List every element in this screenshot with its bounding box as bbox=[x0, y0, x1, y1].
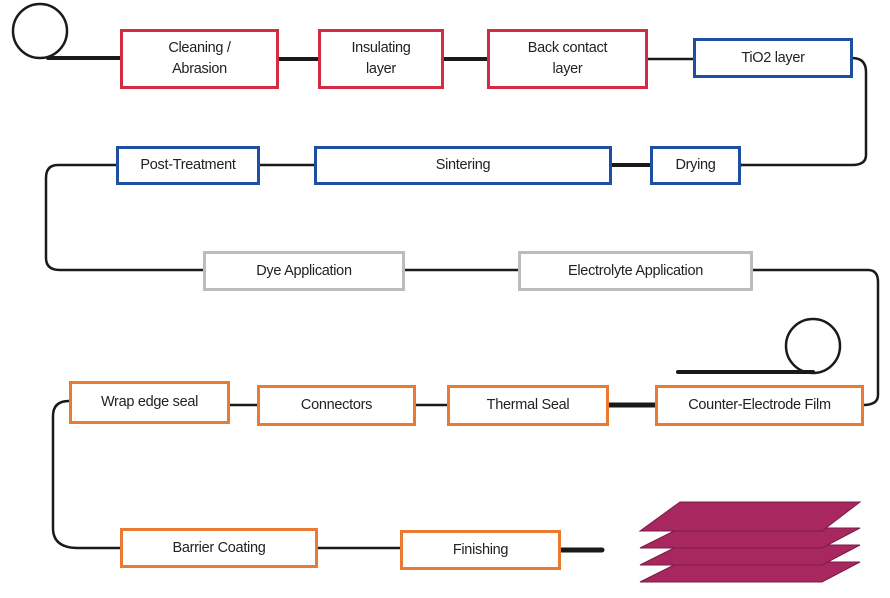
step-label: Counter-Electrode Film bbox=[688, 397, 831, 413]
step-label: TiO2 layer bbox=[741, 49, 805, 66]
step-label: Back contact layer bbox=[527, 40, 608, 77]
input-roll-icon bbox=[11, 2, 69, 60]
step-connectors: Connectors bbox=[257, 385, 416, 426]
step-dye-application: Dye Application bbox=[203, 251, 405, 291]
step-back-contact-layer: Back contact layer bbox=[487, 29, 648, 89]
step-wrap-edge-seal: Wrap edge seal bbox=[69, 381, 230, 424]
step-thermal-seal: Thermal Seal bbox=[447, 385, 609, 426]
step-label: Wrap edge seal bbox=[100, 394, 199, 410]
step-insulating-layer: Insulating layer bbox=[318, 29, 444, 89]
step-barrier-coating: Barrier Coating bbox=[120, 528, 318, 568]
step-drying: Drying bbox=[650, 146, 741, 185]
step-label: Post-Treatment bbox=[140, 157, 236, 173]
step-finishing: Finishing bbox=[400, 530, 561, 570]
step-label: Drying bbox=[675, 157, 716, 173]
step-label: Finishing bbox=[452, 541, 509, 558]
step-cleaning-abrasion: Cleaning / Abrasion bbox=[120, 29, 279, 89]
step-label: Sintering bbox=[435, 157, 491, 173]
step-label: Thermal Seal bbox=[486, 397, 570, 413]
step-tio2-layer: TiO2 layer bbox=[693, 38, 853, 78]
step-label: Insulating layer bbox=[351, 40, 411, 77]
step-electrolyte-application: Electrolyte Application bbox=[518, 251, 753, 291]
step-label: Cleaning / Abrasion bbox=[168, 40, 231, 77]
connector-lines bbox=[11, 2, 880, 583]
step-label: Electrolyte Application bbox=[568, 262, 703, 279]
counter-roll-icon bbox=[784, 317, 842, 375]
step-counter-electrode-film: Counter-Electrode Film bbox=[655, 385, 864, 426]
step-label: Barrier Coating bbox=[172, 539, 266, 556]
step-label: Dye Application bbox=[256, 262, 352, 279]
step-label: Connectors bbox=[300, 397, 373, 413]
step-sintering: Sintering bbox=[314, 146, 612, 185]
stacked-sheets-icon bbox=[638, 501, 862, 583]
process-flow-diagram: Cleaning / Abrasion Insulating layer Bac… bbox=[0, 0, 890, 598]
step-post-treatment: Post-Treatment bbox=[116, 146, 260, 185]
